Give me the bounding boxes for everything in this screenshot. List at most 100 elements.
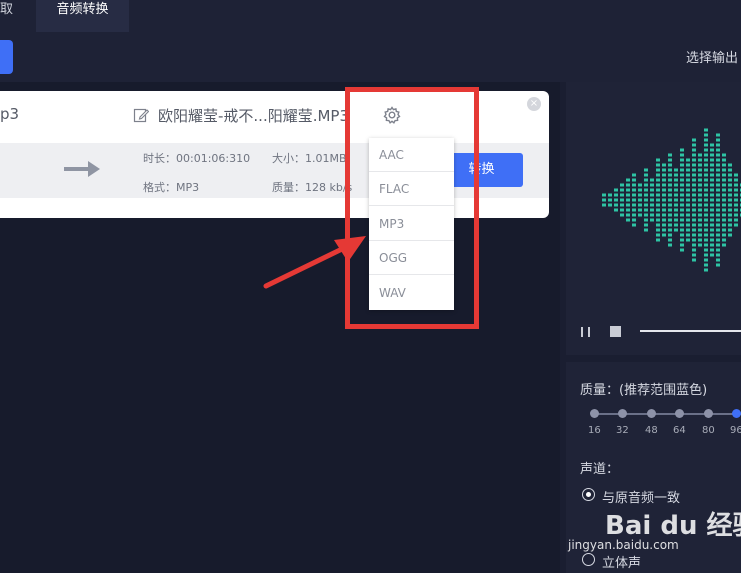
close-icon[interactable]: × — [527, 97, 541, 111]
wave-segment — [644, 208, 648, 212]
wave-segment — [704, 128, 708, 132]
wave-segment — [638, 213, 642, 217]
wave-segment — [704, 258, 708, 262]
wave-segment — [680, 183, 684, 187]
wave-segment — [716, 173, 720, 177]
quality-stop-16[interactable] — [590, 409, 599, 418]
channel-option-label[interactable]: 与原音频一致 — [602, 487, 680, 506]
select-output-button[interactable]: 选择输出 — [686, 47, 738, 66]
quality-slider[interactable] — [594, 413, 741, 415]
wave-segment — [728, 223, 732, 227]
quality-stop-32[interactable] — [618, 409, 627, 418]
wave-segment — [698, 168, 702, 172]
wave-segment — [710, 253, 714, 257]
wave-segment — [620, 208, 624, 212]
wave-segment — [632, 188, 636, 192]
wave-segment — [656, 193, 660, 197]
wave-segment — [662, 168, 666, 172]
wave-segment — [710, 188, 714, 192]
wave-segment — [704, 238, 708, 242]
wave-segment — [662, 183, 666, 187]
edit-icon[interactable] — [133, 107, 149, 123]
channel-radio-stereo[interactable] — [582, 553, 595, 566]
wave-segment — [692, 228, 696, 232]
wave-segment — [704, 143, 708, 147]
wave-segment — [722, 198, 726, 202]
wave-segment — [728, 183, 732, 187]
add-file-button[interactable] — [0, 40, 13, 74]
wave-segment — [698, 238, 702, 242]
wave-segment — [638, 183, 642, 187]
wave-segment — [722, 223, 726, 227]
wave-segment — [704, 133, 708, 137]
wave-segment — [692, 253, 696, 257]
wave-segment — [710, 193, 714, 197]
annotation-arrow-icon — [263, 236, 366, 289]
wave-segment — [692, 178, 696, 182]
wave-segment — [674, 223, 678, 227]
wave-segment — [728, 168, 732, 172]
wave-segment — [698, 183, 702, 187]
playback-progress[interactable] — [640, 330, 741, 332]
wave-segment — [608, 203, 612, 207]
wave-segment — [632, 213, 636, 217]
wave-segment — [728, 188, 732, 192]
wave-segment — [716, 188, 720, 192]
toolbar — [0, 32, 741, 82]
wave-segment — [680, 243, 684, 247]
wave-segment — [680, 238, 684, 242]
duration-label: 时长：00:01:06:310 — [143, 152, 251, 165]
tab-audio-convert[interactable]: 音频转换 — [36, 0, 129, 32]
tab-extract[interactable]: 取 — [0, 0, 13, 32]
wave-segment — [674, 193, 678, 197]
wave-segment — [674, 173, 678, 177]
wave-segment — [716, 198, 720, 202]
wave-segment — [716, 258, 720, 262]
wave-segment — [614, 203, 618, 207]
wave-segment — [704, 153, 708, 157]
wave-segment — [680, 193, 684, 197]
wave-segment — [716, 253, 720, 257]
quality-stop-96[interactable] — [732, 409, 741, 418]
source-file-name: p3 — [0, 105, 20, 123]
quality-stop-48[interactable] — [647, 409, 656, 418]
wave-segment — [728, 193, 732, 197]
wave-segment — [644, 228, 648, 232]
wave-segment — [638, 208, 642, 212]
quality-label: 质量：128 kb/s — [272, 181, 353, 194]
wave-segment — [686, 213, 690, 217]
wave-segment — [698, 218, 702, 222]
wave-segment — [644, 198, 648, 202]
wave-segment — [680, 188, 684, 192]
wave-segment — [644, 188, 648, 192]
quality-stop-64[interactable] — [675, 409, 684, 418]
wave-segment — [716, 228, 720, 232]
wave-segment — [674, 198, 678, 202]
wave-segment — [680, 198, 684, 202]
wave-segment — [662, 223, 666, 227]
wave-segment — [728, 218, 732, 222]
wave-segment — [644, 168, 648, 172]
quality-stop-80[interactable] — [704, 409, 713, 418]
wave-segment — [704, 223, 708, 227]
wave-segment — [656, 208, 660, 212]
stop-icon[interactable] — [610, 326, 621, 337]
wave-segment — [626, 183, 630, 187]
wave-segment — [602, 198, 606, 202]
wave-segment — [722, 158, 726, 162]
wave-segment — [710, 223, 714, 227]
wave-segment — [722, 208, 726, 212]
wave-segment — [656, 168, 660, 172]
channel-option-label[interactable]: 立体声 — [602, 552, 641, 571]
wave-segment — [650, 213, 654, 217]
wave-segment — [716, 263, 720, 267]
wave-segment — [716, 238, 720, 242]
pause-icon[interactable] — [580, 326, 592, 338]
wave-segment — [722, 168, 726, 172]
wave-segment — [722, 233, 726, 237]
wave-segment — [728, 203, 732, 207]
wave-segment — [626, 193, 630, 197]
wave-segment — [662, 173, 666, 177]
wave-segment — [686, 203, 690, 207]
wave-segment — [692, 218, 696, 222]
